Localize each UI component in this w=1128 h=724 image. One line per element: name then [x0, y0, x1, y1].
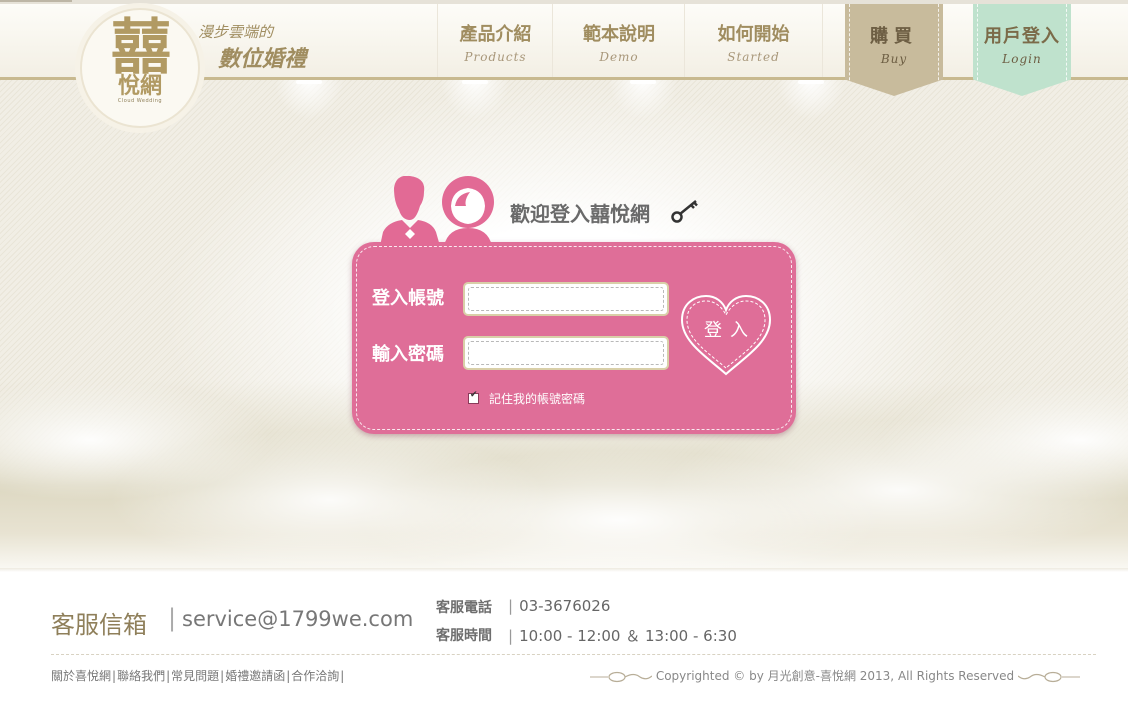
hours-separator: | [508, 627, 514, 645]
footer-link-separator: | [166, 669, 171, 683]
service-hours-label: 客服時間 [436, 625, 492, 645]
login-submit-label: 登入 [704, 320, 756, 341]
slogan-line-1: 漫步雲端的 [198, 23, 274, 41]
footer-link-separator: | [286, 669, 291, 683]
buy-sublabel: Buy [880, 52, 908, 66]
footer-link-separator: | [112, 669, 117, 683]
ceiling-light-icon [274, 80, 344, 120]
logo-tiny-text: Cloud Wedding [117, 98, 163, 104]
service-hours-label-text: 客服時間 [436, 628, 492, 644]
ceiling-light-icon [608, 80, 678, 120]
service-hours: | 10:00 - 12:00 ＆ 13:00 - 6:30 [508, 625, 737, 646]
footer-separator: | [168, 604, 177, 632]
nav-demo-label: 範本說明 [583, 24, 655, 45]
welcome-heading: 歡迎登入囍悅網 [510, 202, 650, 226]
right-ornament-icon [1017, 671, 1080, 682]
service-hours-value: 10:00 - 12:00 ＆ 13:00 - 6:30 [519, 627, 737, 645]
nav-products-label: 產品介紹 [459, 24, 532, 45]
footer-links: 關於喜悅網|聯絡我們|常見問題|婚禮邀請函|合作洽詢| [51, 667, 345, 684]
login-form: 登入帳號 輸入密碼 記住我的帳號密碼 登入 [352, 242, 796, 434]
footer-divider [51, 654, 1096, 655]
footer-link-faq[interactable]: 常見問題 [171, 669, 219, 683]
groom-icon [380, 176, 440, 246]
ceiling-light-icon [440, 80, 510, 120]
footer-link-about[interactable]: 關於喜悅網 [51, 669, 111, 683]
footer-link-separator: | [340, 669, 345, 683]
nav-demo[interactable]: 範本說明 Demo [552, 4, 685, 77]
password-input[interactable] [468, 341, 664, 365]
service-tel-value: 03-3676026 [519, 597, 611, 615]
nav-demo-sublabel: Demo [599, 50, 639, 64]
copyright-text: Copyrighted © by 月光創意-喜悅網 2013, All Righ… [655, 669, 1015, 683]
footer-link-separator: | [220, 669, 225, 683]
password-label: 輸入密碼 [372, 344, 444, 365]
logo-sub-text: 悅網 [117, 73, 162, 99]
site-logo[interactable]: 囍 悅網 Cloud Wedding [80, 8, 200, 128]
account-field-frame [463, 282, 669, 316]
login-label: 用戶登入 [984, 26, 1060, 47]
buy-ribbon-button[interactable]: 購買 Buy [845, 4, 943, 96]
tel-separator: | [508, 597, 514, 615]
nav-started[interactable]: 如何開始 Started [684, 4, 823, 77]
ceiling-light-icon [776, 80, 846, 120]
nav-products-sublabel: Products [464, 50, 527, 64]
footer-link-contact[interactable]: 聯絡我們 [117, 669, 165, 683]
account-label: 登入帳號 [372, 288, 444, 309]
login-submit-button[interactable]: 登入 [678, 292, 774, 378]
nav-products[interactable]: 產品介紹 Products [437, 4, 553, 77]
account-input[interactable] [468, 287, 664, 311]
logo-main-char: 囍 [111, 13, 171, 83]
footer-link-invitation[interactable]: 婚禮邀請函 [225, 669, 285, 683]
stage-bottom-edge [0, 568, 1128, 572]
service-tel-label-text: 客服電話 [436, 600, 492, 616]
slogan-line-2: 數位婚禮 [218, 46, 307, 72]
remember-me[interactable]: 記住我的帳號密碼 [468, 390, 585, 407]
service-mail-link[interactable]: service@1799we.com [182, 607, 413, 631]
footer-link-partnership[interactable]: 合作洽詢 [291, 669, 339, 683]
copyright: Copyrighted © by 月光創意-喜悅網 2013, All Righ… [590, 667, 1080, 684]
nav-started-label: 如何開始 [717, 24, 790, 45]
key-icon [671, 200, 698, 223]
login-ribbon-button[interactable]: 用戶登入 Login [973, 4, 1071, 96]
remember-label: 記住我的帳號密碼 [489, 392, 586, 406]
login-sublabel: Login [1002, 52, 1042, 66]
service-mail-label: 客服信箱 [51, 611, 147, 639]
service-tel: | 03-3676026 [508, 597, 610, 615]
bride-icon [442, 176, 494, 246]
buy-label: 購買 [870, 26, 918, 47]
nav-started-sublabel: Started [727, 50, 780, 64]
service-tel-label: 客服電話 [436, 597, 492, 617]
password-field-frame [463, 336, 669, 370]
left-ornament-icon [590, 671, 652, 682]
remember-checkbox[interactable] [468, 390, 479, 404]
